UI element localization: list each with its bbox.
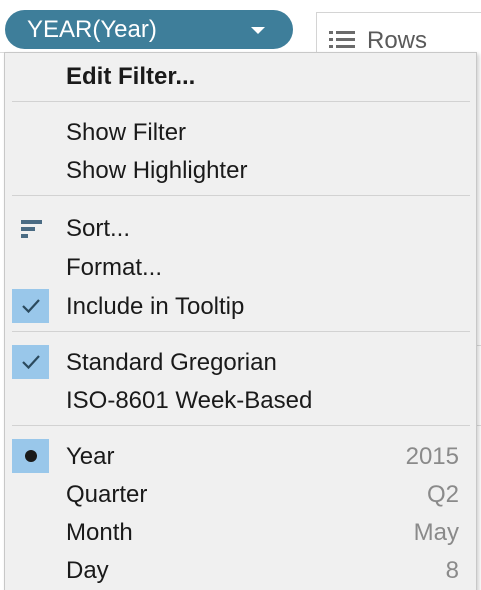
menu-item-label: Month — [66, 519, 133, 546]
list-icon — [329, 31, 355, 51]
pill-context-menu: Edit Filter... Show Filter Show Highligh… — [4, 52, 477, 590]
chevron-down-icon[interactable] — [251, 27, 265, 34]
menu-item-date-part-quarter[interactable]: Quarter Q2 — [5, 477, 476, 513]
selection-highlight — [12, 439, 49, 473]
menu-item-show-highlighter[interactable]: Show Highlighter — [5, 153, 476, 189]
menu-item-label: ISO-8601 Week-Based — [66, 387, 313, 414]
menu-item-format[interactable]: Format... — [5, 250, 476, 286]
menu-item-label: Standard Gregorian — [66, 349, 277, 376]
menu-item-label: Quarter — [66, 481, 148, 508]
menu-separator — [12, 195, 470, 196]
page: Rows YEAR(Year) Edit Filter... Show Filt… — [0, 0, 481, 590]
menu-item-label: Year — [66, 443, 115, 470]
menu-item-label: Format... — [66, 254, 163, 281]
background-divider — [477, 345, 481, 346]
sort-icon — [21, 220, 43, 238]
menu-separator — [12, 331, 470, 332]
menu-item-value: 8 — [445, 557, 459, 584]
menu-item-sort[interactable]: Sort... — [5, 211, 476, 247]
menu-item-edit-filter[interactable]: Edit Filter... — [5, 59, 476, 95]
menu-item-include-in-tooltip[interactable]: Include in Tooltip — [5, 289, 476, 325]
menu-item-label: Edit Filter... — [66, 63, 196, 90]
menu-item-value: May — [413, 519, 459, 546]
menu-item-date-part-day[interactable]: Day 8 — [5, 553, 476, 589]
menu-item-label: Show Filter — [66, 119, 187, 146]
menu-item-label: Include in Tooltip — [66, 293, 245, 320]
checkmark-icon — [12, 345, 49, 379]
year-field-pill[interactable]: YEAR(Year) — [5, 10, 293, 49]
bullet-icon — [25, 450, 37, 462]
checkmark-icon — [12, 289, 49, 323]
menu-item-label: Sort... — [66, 215, 131, 242]
menu-item-show-filter[interactable]: Show Filter — [5, 115, 476, 151]
menu-item-standard-gregorian[interactable]: Standard Gregorian — [5, 345, 476, 381]
menu-item-label: Show Highlighter — [66, 157, 248, 184]
menu-item-value: 2015 — [405, 443, 459, 470]
pill-label: YEAR(Year) — [27, 15, 157, 43]
background-divider — [477, 425, 481, 426]
rows-shelf-label: Rows — [367, 27, 428, 54]
menu-separator — [12, 101, 470, 102]
menu-separator — [12, 425, 470, 426]
menu-item-date-part-year[interactable]: Year 2015 — [5, 439, 476, 475]
menu-item-iso-8601-week-based[interactable]: ISO-8601 Week-Based — [5, 383, 476, 419]
menu-item-value: Q2 — [426, 481, 459, 508]
menu-item-label: Day — [66, 557, 109, 584]
menu-item-date-part-month[interactable]: Month May — [5, 515, 476, 551]
